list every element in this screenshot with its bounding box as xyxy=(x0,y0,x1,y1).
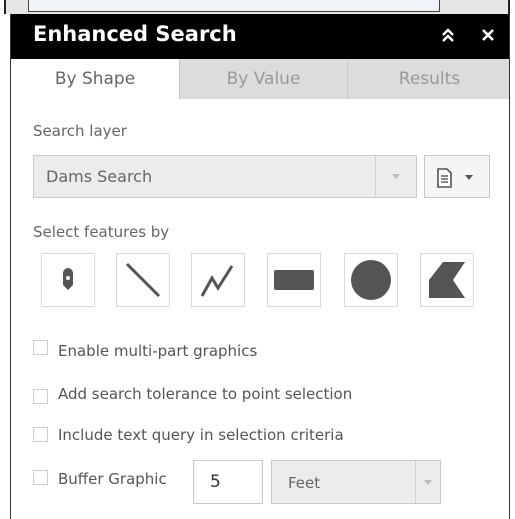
close-icon[interactable] xyxy=(477,24,499,46)
tab-by-shape[interactable]: By Shape xyxy=(11,59,179,99)
tab-by-value[interactable]: By Value xyxy=(179,59,347,99)
document-icon xyxy=(437,168,473,188)
chevron-down-icon xyxy=(424,479,432,485)
polyline-icon xyxy=(200,265,234,297)
circle-tool-button[interactable] xyxy=(344,253,398,307)
buffer-unit-value: Feet xyxy=(288,474,321,492)
double-chevron-up-icon[interactable] xyxy=(437,24,459,46)
multipart-checkbox[interactable] xyxy=(33,340,48,355)
tab-bar: By Shape By Value Results xyxy=(11,59,509,99)
chevron-down-icon xyxy=(392,174,400,179)
select-features-label: Select features by xyxy=(33,223,170,241)
background-window-strip xyxy=(4,0,510,14)
text-query-label: Include text query in selection criteria xyxy=(58,426,344,444)
rectangle-icon xyxy=(274,270,314,290)
panel-title: Enhanced Search xyxy=(33,22,237,46)
search-layer-value: Dams Search xyxy=(46,167,153,186)
tolerance-label: Add search tolerance to point selection xyxy=(58,385,353,403)
point-tool-button[interactable] xyxy=(41,253,95,307)
polyline-tool-button[interactable] xyxy=(191,253,245,307)
buffer-distance-input[interactable] xyxy=(193,460,263,504)
line-icon xyxy=(125,262,161,298)
polygon-icon xyxy=(429,262,465,298)
rectangle-tool-button[interactable] xyxy=(267,253,321,307)
buffer-unit-select[interactable]: Feet xyxy=(271,460,441,504)
text-query-checkbox[interactable] xyxy=(33,427,48,442)
buffer-unit-dropdown-arrow[interactable] xyxy=(415,461,440,503)
buffer-label: Buffer Graphic xyxy=(58,470,167,488)
panel-titlebar: Enhanced Search xyxy=(11,14,509,59)
enhanced-search-panel: Enhanced Search By Shape By Value Result… xyxy=(10,14,510,519)
tab-results[interactable]: Results xyxy=(347,59,509,99)
circle-icon xyxy=(351,260,391,300)
search-layer-select[interactable]: Dams Search xyxy=(33,155,417,198)
multipart-label: Enable multi-part graphics xyxy=(58,342,258,360)
search-layer-dropdown-arrow[interactable] xyxy=(375,156,416,197)
tolerance-checkbox[interactable] xyxy=(33,389,48,404)
buffer-checkbox[interactable] xyxy=(33,470,48,485)
layer-options-button[interactable] xyxy=(424,155,490,198)
line-tool-button[interactable] xyxy=(116,253,170,307)
polygon-tool-button[interactable] xyxy=(420,253,474,307)
point-icon xyxy=(63,268,73,290)
background-window-field xyxy=(28,0,440,12)
search-layer-label: Search layer xyxy=(33,122,127,140)
